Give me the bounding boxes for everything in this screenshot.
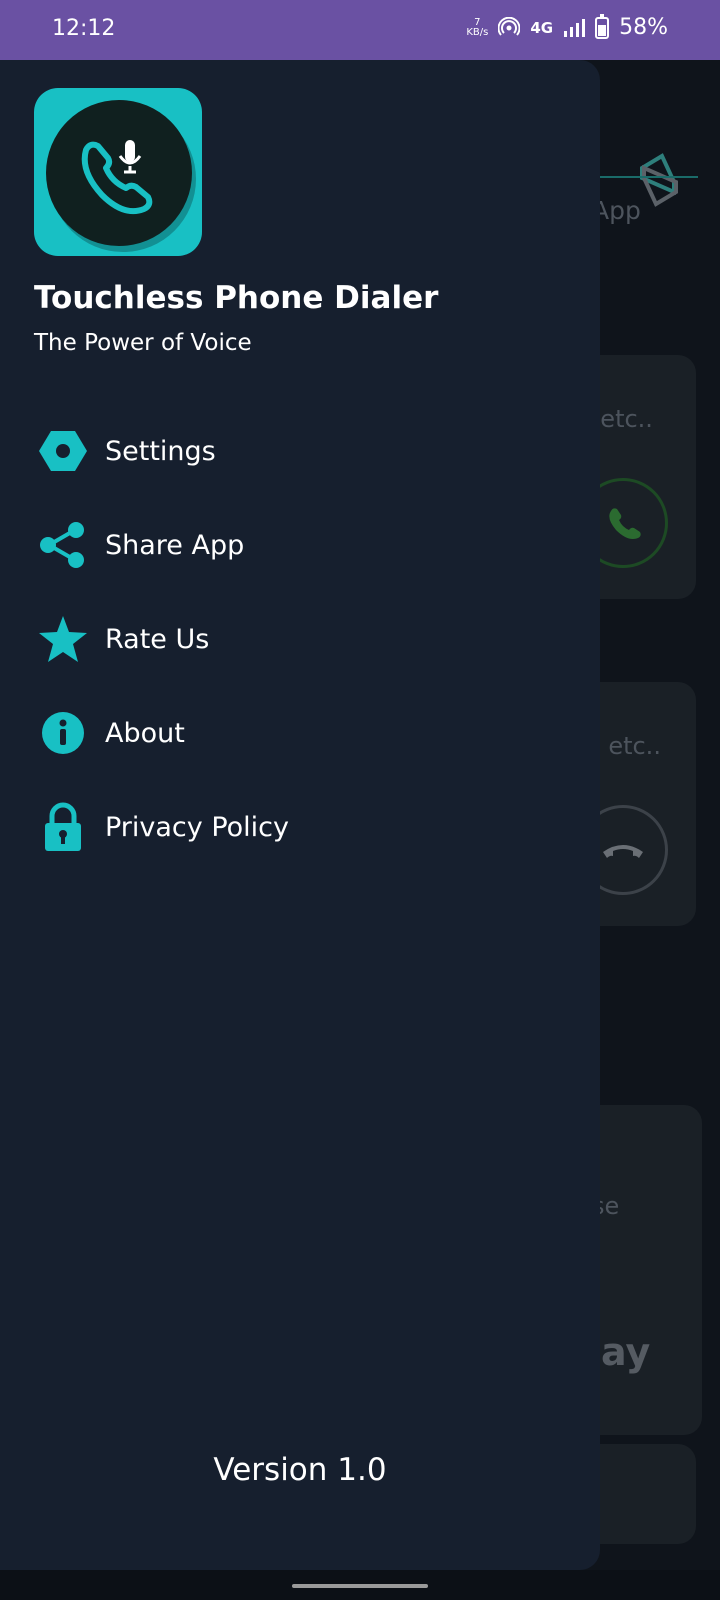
menu-item-label: Share App bbox=[105, 529, 245, 561]
menu-item-share-app[interactable]: Share App bbox=[0, 498, 600, 592]
share-icon bbox=[38, 520, 88, 570]
network-type: 4G bbox=[530, 18, 554, 37]
menu-item-privacy-policy[interactable]: Privacy Policy bbox=[0, 780, 600, 874]
app-icon bbox=[34, 88, 202, 256]
net-speed: 7 KB/s bbox=[466, 16, 489, 38]
menu-item-label: Privacy Policy bbox=[105, 811, 290, 843]
signal-icon bbox=[564, 18, 586, 37]
menu-item-label: About bbox=[105, 717, 185, 749]
lock-icon bbox=[38, 802, 88, 852]
battery-icon bbox=[595, 13, 610, 39]
net-speed-value: 7 bbox=[474, 16, 481, 28]
status-bar: 12:12 7 KB/s 4G 58% bbox=[0, 0, 720, 60]
menu-item-rate-us[interactable]: Rate Us bbox=[0, 592, 600, 686]
home-indicator[interactable] bbox=[292, 1584, 428, 1588]
battery-level: 58% bbox=[619, 15, 668, 40]
settings-icon bbox=[38, 426, 88, 476]
app-icon-disc bbox=[46, 100, 192, 246]
drawer-menu: Settings Share App Rate Us About Privacy… bbox=[0, 404, 600, 874]
info-icon bbox=[38, 708, 88, 758]
hotspot-icon bbox=[498, 16, 521, 36]
phone-mic-icon bbox=[81, 140, 153, 215]
status-time: 12:12 bbox=[52, 16, 116, 41]
menu-item-about[interactable]: About bbox=[0, 686, 600, 780]
menu-item-settings[interactable]: Settings bbox=[0, 404, 600, 498]
status-icons: 7 KB/s 4G 58% bbox=[466, 13, 668, 40]
navigation-drawer: Touchless Phone Dialer The Power of Voic… bbox=[0, 60, 600, 1570]
app-tagline: The Power of Voice bbox=[34, 330, 252, 356]
net-speed-unit: KB/s bbox=[466, 26, 489, 38]
version-label: Version 1.0 bbox=[213, 1452, 387, 1488]
menu-item-label: Rate Us bbox=[105, 623, 210, 655]
app-name: Touchless Phone Dialer bbox=[34, 280, 439, 316]
app-logo-icon bbox=[640, 153, 678, 207]
star-icon bbox=[38, 614, 88, 664]
menu-item-label: Settings bbox=[105, 435, 216, 467]
